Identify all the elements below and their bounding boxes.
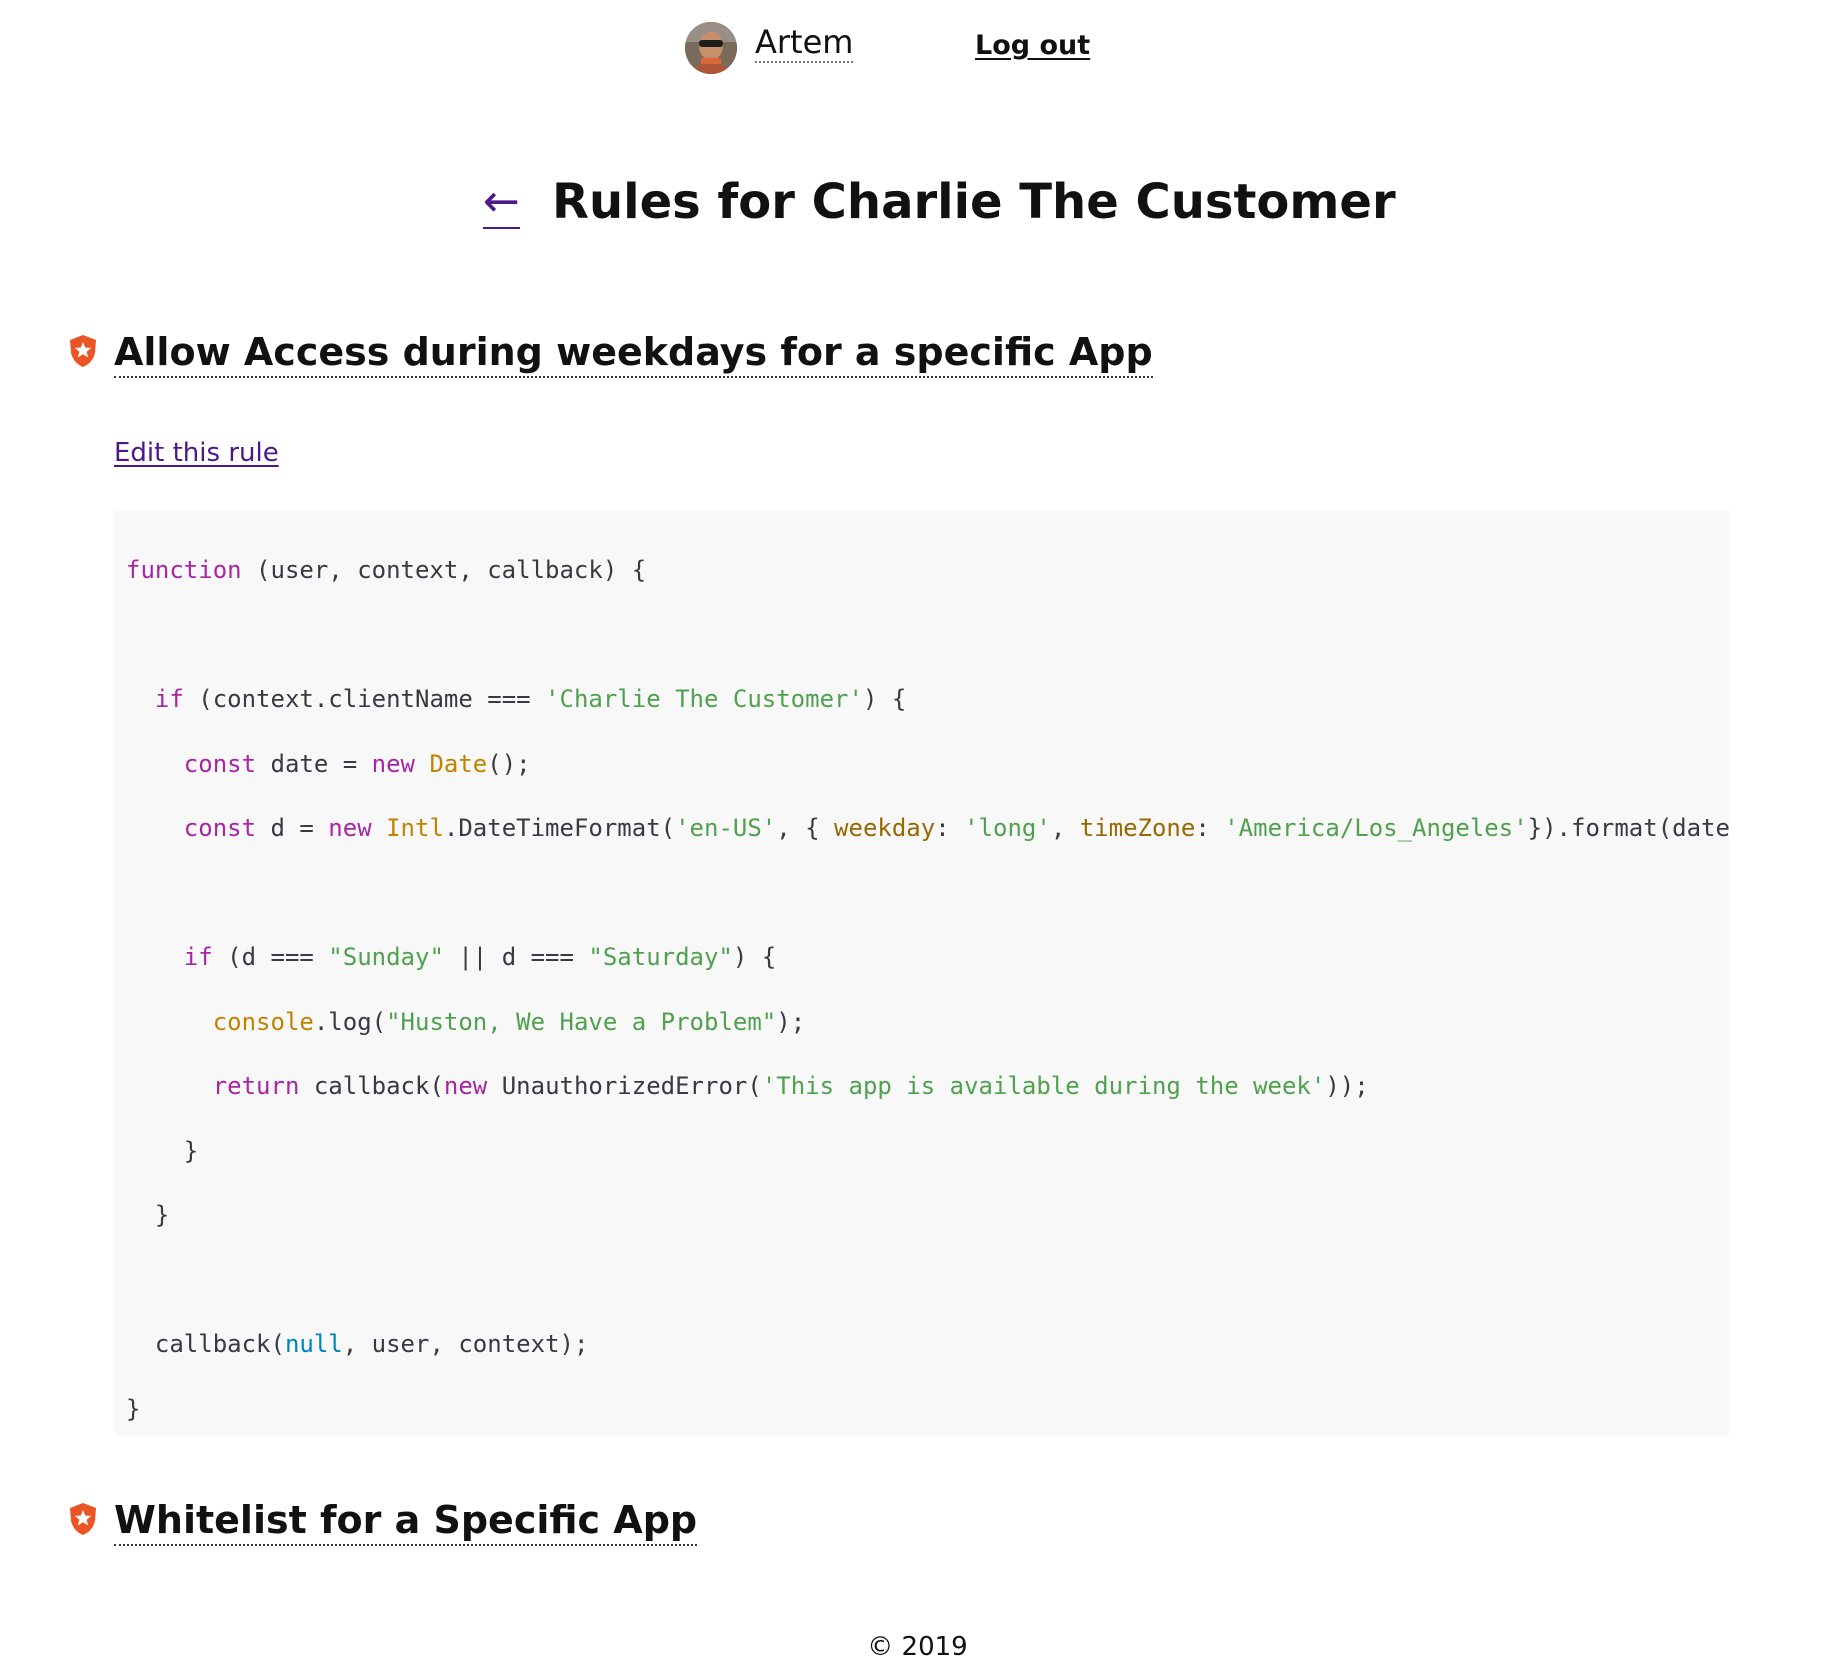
auth0-shield-icon bbox=[70, 1503, 96, 1535]
top-header: Artem Log out bbox=[0, 20, 1835, 76]
code-line: const d = new Intl.DateTimeFormat('en-US… bbox=[183, 814, 1729, 842]
page-title-row: ← Rules for Charlie The Customer bbox=[0, 168, 1835, 238]
code-line: } bbox=[126, 1136, 199, 1165]
code-line: } bbox=[126, 1201, 170, 1229]
edit-rule-link[interactable]: Edit this rule bbox=[114, 436, 279, 470]
rule-code-block: function (user, context, callback) { if … bbox=[114, 510, 1729, 1435]
auth0-shield-icon bbox=[70, 335, 96, 367]
code-line: return callback(new UnauthorizedError('T… bbox=[212, 1072, 1369, 1100]
code-line: if (d === "Sunday" || d === "Saturday") … bbox=[183, 943, 777, 971]
username-link[interactable]: Artem bbox=[755, 24, 854, 63]
page-title: Rules for Charlie The Customer bbox=[552, 174, 1396, 230]
code-token: function bbox=[126, 556, 242, 584]
user-avatar-image bbox=[685, 22, 737, 74]
back-arrow-link[interactable]: ← bbox=[483, 180, 520, 229]
rule-heading: Allow Access during weekdays for a speci… bbox=[68, 328, 1768, 382]
code-line: console.log("Huston, We Have a Problem")… bbox=[212, 1007, 806, 1036]
code-line: function (user, context, callback) { bbox=[126, 556, 647, 584]
code-line: callback(null, user, context); bbox=[126, 1330, 589, 1358]
avatar[interactable] bbox=[685, 22, 737, 74]
footer-copyright: © 2019 bbox=[867, 1632, 968, 1662]
logout-link[interactable]: Log out bbox=[975, 30, 1090, 62]
rule-title-link[interactable]: Whitelist for a Specific App bbox=[114, 1496, 698, 1546]
rule-heading: Whitelist for a Specific App bbox=[68, 1496, 1768, 1550]
code-line: if (context.clientName === 'Charlie The … bbox=[154, 685, 907, 713]
code-line: const date = new Date(); bbox=[183, 749, 531, 778]
code-line: } bbox=[126, 1394, 141, 1423]
rule-title-link[interactable]: Allow Access during weekdays for a speci… bbox=[114, 328, 1153, 378]
